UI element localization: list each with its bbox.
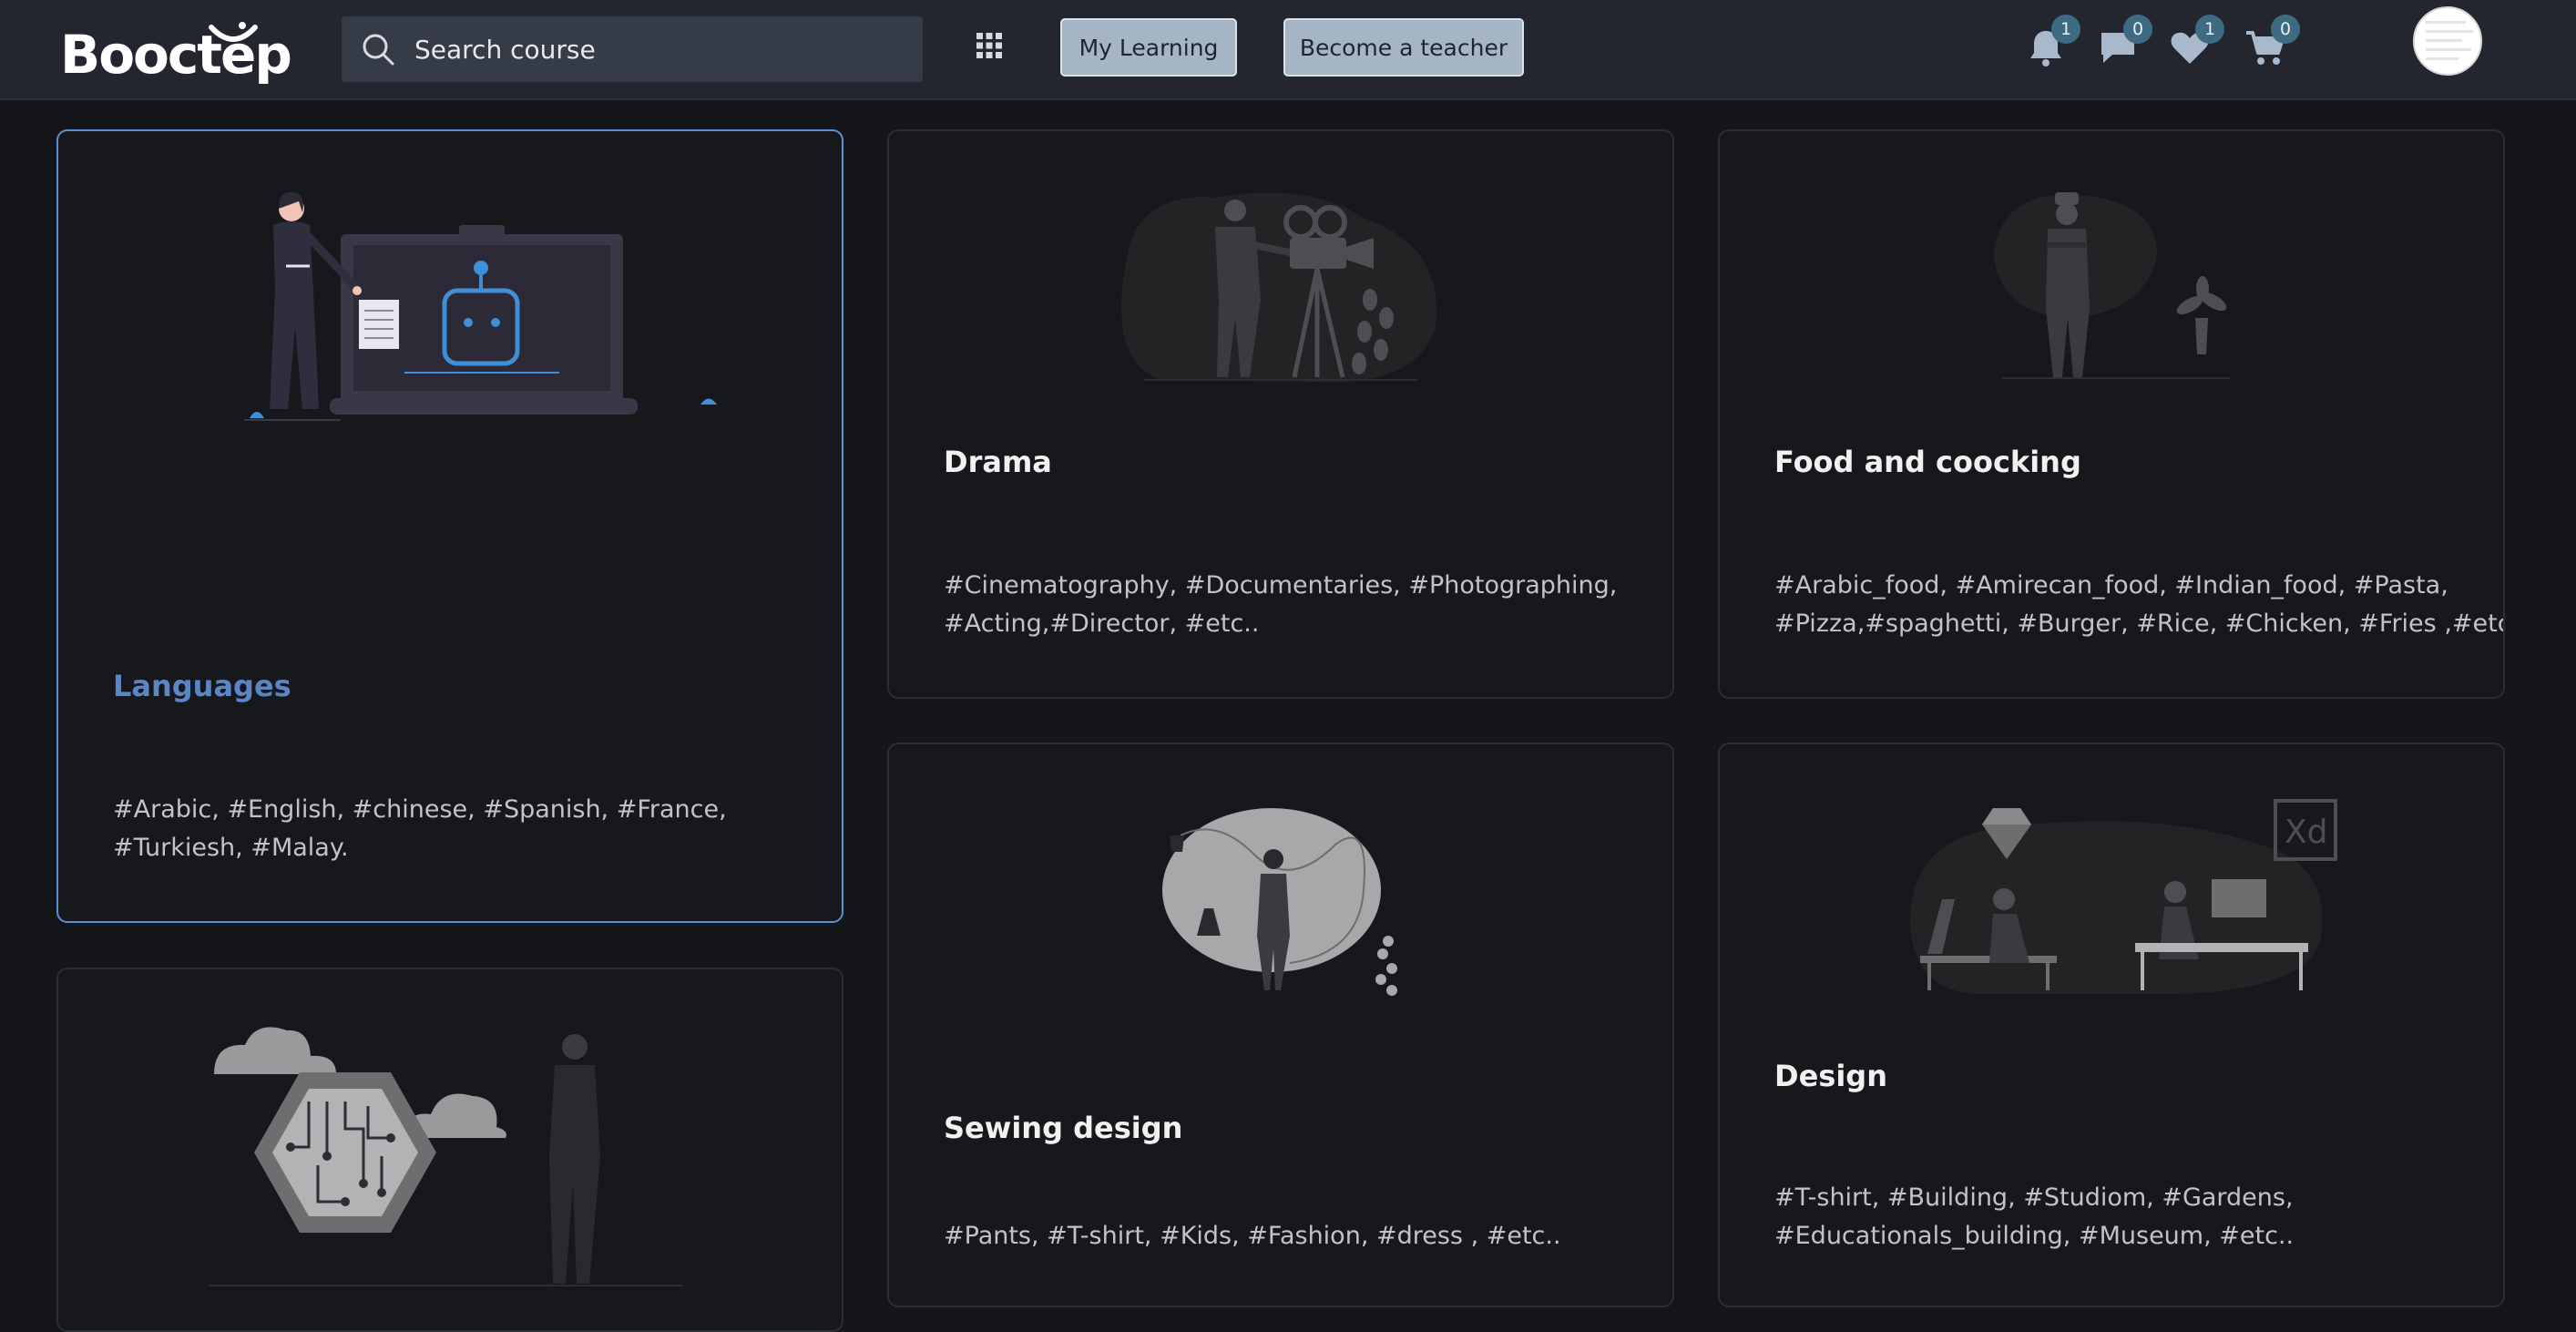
category-tags-line: #Acting,#Director, #etc.. [944, 610, 1260, 638]
category-tags-line: #Educationals_building, #Museum, #etc.. [1774, 1222, 2295, 1250]
drama-illustration [1121, 192, 1436, 383]
notifications-button[interactable]: 1 [2024, 15, 2080, 69]
become-teacher-button[interactable]: Become a teacher [1283, 18, 1524, 77]
tech-illustration [209, 1027, 682, 1286]
category-tags-line: #Arabic_food, #Amirecan_food, #Indian_fo… [1774, 571, 2448, 599]
category-tags-line: #Cinematography, #Documentaries, #Photog… [944, 571, 1618, 599]
brand-logo[interactable]: Booctep [60, 18, 292, 91]
apps-grid-icon[interactable] [975, 31, 1004, 60]
cart-button[interactable]: 0 [2244, 15, 2300, 69]
category-title[interactable]: Sewing design [944, 1111, 1182, 1145]
category-card-bottom-left[interactable] [56, 968, 843, 1332]
category-tags-line: #T-shirt, #Building, #Studiom, #Gardens, [1774, 1183, 2294, 1212]
design-illustration: Xd [1910, 799, 2337, 994]
category-title[interactable]: Languages [113, 669, 291, 703]
category-title[interactable]: Drama [944, 445, 1052, 479]
wishlist-count-badge: 1 [2195, 15, 2224, 44]
food-illustration [1993, 192, 2230, 379]
category-card-food[interactable]: Food and coocking #Arabic_food, #Amireca… [1718, 129, 2505, 699]
category-tags-line: #Pizza,#spaghetti, #Burger, #Rice, #Chic… [1774, 610, 2505, 638]
notifications-count-badge: 1 [2051, 15, 2080, 44]
logo-smile-icon [209, 22, 258, 42]
category-tags-line: #Turkiesh, #Malay. [113, 834, 349, 862]
sewing-illustration [1162, 808, 1397, 996]
category-card-sewing[interactable]: Sewing design #Pants, #T-shirt, #Kids, #… [887, 743, 1674, 1307]
messages-button[interactable]: 0 [2096, 15, 2152, 69]
category-card-languages[interactable]: Languages #Arabic, #English, #chinese, #… [56, 129, 843, 923]
my-learning-button[interactable]: My Learning [1060, 18, 1237, 77]
search-input[interactable] [414, 34, 906, 65]
svg-text:Xd: Xd [2285, 814, 2328, 851]
category-card-drama[interactable]: Drama #Cinematography, #Documentaries, #… [887, 129, 1674, 699]
messages-count-badge: 0 [2123, 15, 2152, 44]
category-tags-line: #Arabic, #English, #chinese, #Spanish, #… [113, 795, 727, 824]
category-card-design[interactable]: Xd Design #T-shirt, #Building, #Studiom,… [1718, 743, 2505, 1307]
search-bar[interactable] [342, 16, 923, 82]
category-title[interactable]: Design [1774, 1059, 1887, 1093]
cart-count-badge: 0 [2271, 15, 2300, 44]
languages-illustration [244, 191, 717, 421]
user-avatar[interactable] [2413, 6, 2482, 76]
search-icon[interactable] [360, 31, 396, 67]
category-tags-line: #Pants, #T-shirt, #Kids, #Fashion, #dres… [944, 1222, 1561, 1250]
category-title[interactable]: Food and coocking [1774, 445, 2081, 479]
top-navbar: Booctep My Learning Become a teacher 1 [0, 0, 2576, 100]
wishlist-button[interactable]: 1 [2168, 15, 2224, 69]
